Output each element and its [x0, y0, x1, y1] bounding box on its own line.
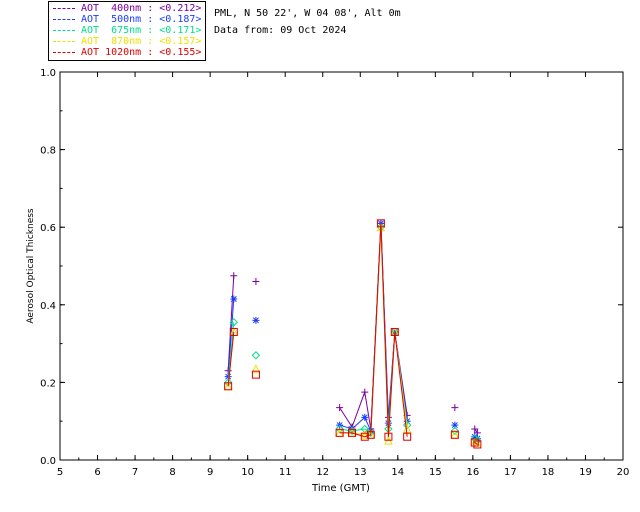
legend: AOT 400nm : <0.212> AOT 500nm : <0.187> …: [48, 1, 206, 61]
legend-item-1020: AOT 1020nm : <0.155>: [53, 47, 201, 58]
y-tick-label: 0.2: [40, 378, 56, 389]
site-info: PML, N 50 22', W 04 08', Alt 0m: [214, 8, 401, 19]
series-2: [223, 222, 482, 445]
x-tick-label: 9: [207, 467, 213, 478]
legend-item-675: AOT 675nm : <0.171>: [53, 25, 201, 36]
data-point: [361, 388, 369, 396]
y-tick-label: 0.6: [40, 223, 56, 234]
series-4: [224, 219, 482, 449]
x-tick-label: 20: [617, 467, 630, 478]
y-tick-label: 0.4: [40, 301, 56, 312]
series-line: [351, 391, 366, 428]
legend-swatch: [53, 8, 75, 9]
legend-label: AOT 1020nm : <0.155>: [81, 47, 202, 58]
x-tick-label: 10: [241, 467, 254, 478]
x-tick-label: 6: [94, 467, 100, 478]
legend-item-400: AOT 400nm : <0.212>: [53, 3, 201, 14]
aot-chart: 5 6 7 8 9 10 11 12 13 14 15 16 17 18 19 20 0.0 0.2 0.4 0.6…: [26, 68, 630, 494]
series-line: [387, 331, 396, 437]
data-point: [361, 413, 369, 421]
x-tick-label: 5: [57, 467, 63, 478]
x-tick-label: 18: [542, 467, 555, 478]
series-line: [394, 331, 408, 437]
series-line: [380, 223, 389, 437]
legend-label: AOT 500nm : <0.187>: [81, 14, 202, 25]
x-tick-label: 16: [466, 467, 479, 478]
legend-swatch: [53, 19, 75, 20]
x-tick-label: 17: [504, 467, 517, 478]
x-tick-label: 19: [579, 467, 592, 478]
y-tick-label: 0.8: [40, 146, 56, 157]
data-point: [252, 316, 260, 324]
x-tick-label: 11: [279, 467, 292, 478]
x-tick-label: 14: [391, 467, 404, 478]
y-axis-label: Aerosol Optical Thickness: [26, 208, 36, 324]
series-line: [339, 407, 353, 428]
x-tick-label: 15: [429, 467, 442, 478]
series-layer: [223, 219, 482, 449]
data-point: [336, 404, 344, 412]
legend-swatch: [53, 52, 75, 53]
x-tick-label: 12: [316, 467, 329, 478]
legend-item-500: AOT 500nm : <0.187>: [53, 14, 201, 25]
y-tick-label: 0.0: [40, 456, 56, 467]
legend-label: AOT 400nm : <0.212>: [81, 3, 202, 14]
x-axis-label: Time (GMT): [311, 483, 370, 494]
date-info: Data from: 09 Oct 2024: [214, 25, 347, 36]
series-1: [224, 219, 481, 443]
legend-item-870: AOT 870nm : <0.157>: [53, 36, 201, 47]
data-point: [252, 278, 260, 286]
data-point: [230, 272, 238, 280]
series-line: [370, 223, 382, 435]
series-0: [224, 219, 481, 437]
x-axis: 5 6 7 8 9 10 11 12 13 14 15 16 17 18 19 20: [57, 72, 630, 478]
data-point: [451, 404, 459, 412]
plot-frame: [59, 71, 624, 461]
data-point: [230, 295, 238, 303]
y-axis: 0.00.20.40.60.81.0: [40, 68, 623, 467]
legend-label: AOT 870nm : <0.157>: [81, 36, 202, 47]
legend-swatch: [53, 30, 75, 31]
x-tick-label: 8: [169, 467, 175, 478]
data-point: [251, 351, 261, 360]
series-3: [223, 222, 482, 449]
legend-label: AOT 675nm : <0.171>: [81, 25, 202, 36]
x-tick-label: 13: [354, 467, 367, 478]
x-tick-label: 7: [132, 467, 138, 478]
legend-swatch: [53, 41, 75, 42]
